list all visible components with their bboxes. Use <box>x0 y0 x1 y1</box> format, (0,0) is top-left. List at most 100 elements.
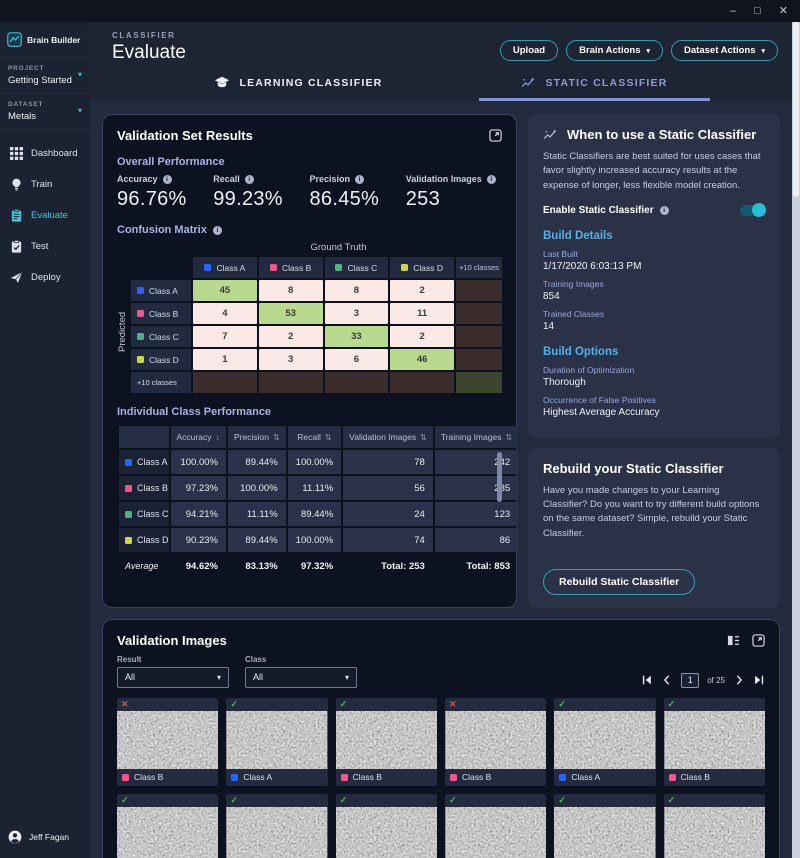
validation-image-card[interactable]: ✓Class C <box>117 794 218 858</box>
cm-cell-value[interactable]: 46 <box>390 349 454 370</box>
validation-image-card[interactable]: ✓Class D <box>336 794 437 858</box>
cm-cell-value[interactable]: 8 <box>259 280 323 301</box>
dataset-selector[interactable]: DATASET Metals ▾ <box>0 94 90 130</box>
cm-cell-value[interactable]: 6 <box>325 349 389 370</box>
validation-image-card[interactable]: ✕Class B <box>445 698 546 786</box>
tab-learning-classifier[interactable]: LEARNING CLASSIFIER <box>172 68 424 101</box>
class-name: Class D <box>137 535 169 545</box>
expand-icon[interactable] <box>752 634 765 647</box>
sidebar-item-dashboard[interactable]: Dashboard <box>0 138 90 169</box>
info-icon[interactable]: i <box>213 226 222 235</box>
close-button[interactable]: ✕ <box>779 6 788 17</box>
class-filter-select[interactable]: All▾ <box>245 667 357 688</box>
result-indicator: ✓ <box>554 794 655 807</box>
cm-cell-value[interactable]: 2 <box>259 326 323 347</box>
cm-cell-value[interactable]: 53 <box>259 303 323 324</box>
sidebar-item-train[interactable]: Train <box>0 169 90 200</box>
column-header-validation-images[interactable]: Validation Images⇅ <box>343 426 433 448</box>
rebuild-panel: Rebuild your Static Classifier Have you … <box>528 448 780 608</box>
validation-image-card[interactable]: ✓Class B <box>554 794 655 858</box>
column-header-precision[interactable]: Precision⇅ <box>228 426 286 448</box>
cm-cell-value[interactable]: 8 <box>325 280 389 301</box>
cm-cell-extra <box>325 372 389 393</box>
project-selector[interactable]: PROJECT Getting Started ▾ <box>0 58 90 94</box>
value-cell: 100.00% <box>171 450 226 474</box>
page-number-input[interactable]: 1 <box>681 673 699 688</box>
validation-image-card[interactable]: ✓Class B <box>336 698 437 786</box>
rebuild-static-classifier-button[interactable]: Rebuild Static Classifier <box>543 569 695 595</box>
filter-label: Result <box>117 655 229 664</box>
chevron-down-icon: ▾ <box>217 673 221 682</box>
scrollbar-thumb[interactable] <box>793 22 799 197</box>
validation-image-card[interactable]: ✓Class B <box>664 698 765 786</box>
overall-performance-heading: Overall Performance <box>117 156 502 168</box>
cm-cell-value[interactable]: 2 <box>390 326 454 347</box>
cm-cell-value[interactable]: 33 <box>325 326 389 347</box>
next-page-button[interactable] <box>733 674 745 686</box>
validation-image-card[interactable]: ✓Class D <box>664 794 765 858</box>
sample-image <box>445 807 546 858</box>
previous-page-button[interactable] <box>661 674 673 686</box>
cm-cell-value[interactable]: 2 <box>390 280 454 301</box>
last-page-button[interactable] <box>753 674 765 686</box>
confusion-matrix-heading-label: Confusion Matrix <box>117 224 207 236</box>
cm-cell-value[interactable]: 3 <box>325 303 389 324</box>
filter-class: ClassAll▾ <box>245 655 357 688</box>
sidebar-item-test[interactable]: Test <box>0 231 90 262</box>
value-cell: 89.44% <box>228 450 286 474</box>
metric-label: Validation Imagesi <box>406 174 502 184</box>
minimize-button[interactable]: – <box>730 6 736 17</box>
overall-metrics: Accuracyi96.76%Recalli99.23%Precisioni86… <box>117 174 502 211</box>
cm-cell-value[interactable]: 1 <box>193 349 257 370</box>
column-header-label: Recall <box>297 432 321 442</box>
enable-static-classifier-toggle[interactable] <box>740 205 765 216</box>
cm-cell-extra <box>193 372 257 393</box>
sidebar-item-deploy[interactable]: Deploy <box>0 262 90 293</box>
app-scrollbar[interactable] <box>792 22 800 858</box>
validation-image-card[interactable]: ✕Class B <box>117 698 218 786</box>
select-value: All <box>125 672 135 682</box>
validation-image-card[interactable]: ✓Class A <box>226 698 327 786</box>
dataset-actions-label: Dataset Actions <box>684 45 755 56</box>
project-value: Getting Started <box>8 75 82 86</box>
column-header-recall[interactable]: Recall⇅ <box>288 426 342 448</box>
cm-cell-value[interactable]: 11 <box>390 303 454 324</box>
metric-label: Recalli <box>213 174 309 184</box>
tab-static-classifier[interactable]: STATIC CLASSIFIER <box>479 68 709 101</box>
image-class-name: Class A <box>243 772 272 782</box>
column-header-training-images[interactable]: Training Images⇅ <box>435 426 518 448</box>
info-icon[interactable]: i <box>163 175 172 184</box>
column-header-accuracy[interactable]: Accuracy↓ <box>171 426 226 448</box>
brain-actions-button[interactable]: Brain Actions▾ <box>566 40 663 61</box>
info-icon[interactable]: i <box>355 175 364 184</box>
result-filter-select[interactable]: All ▾ <box>117 667 229 688</box>
tab-label: STATIC CLASSIFIER <box>545 77 667 89</box>
maximize-button[interactable]: □ <box>754 6 761 17</box>
value-cell: 123 <box>435 502 518 526</box>
info-icon[interactable]: i <box>245 175 254 184</box>
sidebar-item-evaluate[interactable]: Evaluate <box>0 200 90 231</box>
cm-cell-value[interactable]: 45 <box>193 280 257 301</box>
user-profile[interactable]: Jeff Fagan <box>0 822 90 852</box>
cm-cell-value[interactable]: 3 <box>259 349 323 370</box>
metric-value: 253 <box>406 188 502 211</box>
class-color-chip <box>137 310 144 317</box>
app-brand[interactable]: Brain Builder <box>0 22 90 58</box>
info-icon[interactable]: i <box>487 175 496 184</box>
table-scrollbar[interactable] <box>497 452 502 502</box>
info-icon[interactable]: i <box>660 206 669 215</box>
upload-button[interactable]: Upload <box>500 40 558 61</box>
cm-cell-value[interactable]: 4 <box>193 303 257 324</box>
image-class-name: Class B <box>681 772 710 782</box>
validation-image-card[interactable]: ✓Class C <box>445 794 546 858</box>
result-indicator: ✓ <box>117 794 218 807</box>
average-label: Average <box>119 554 169 578</box>
metric-label-text: Precision <box>310 174 351 184</box>
dataset-actions-button[interactable]: Dataset Actions▾ <box>671 40 778 61</box>
expand-icon[interactable] <box>489 129 502 142</box>
first-page-button[interactable] <box>641 674 653 686</box>
validation-image-card[interactable]: ✓Class B <box>226 794 327 858</box>
validation-image-card[interactable]: ✓Class A <box>554 698 655 786</box>
list-view-icon[interactable] <box>727 634 740 647</box>
cm-cell-value[interactable]: 7 <box>193 326 257 347</box>
